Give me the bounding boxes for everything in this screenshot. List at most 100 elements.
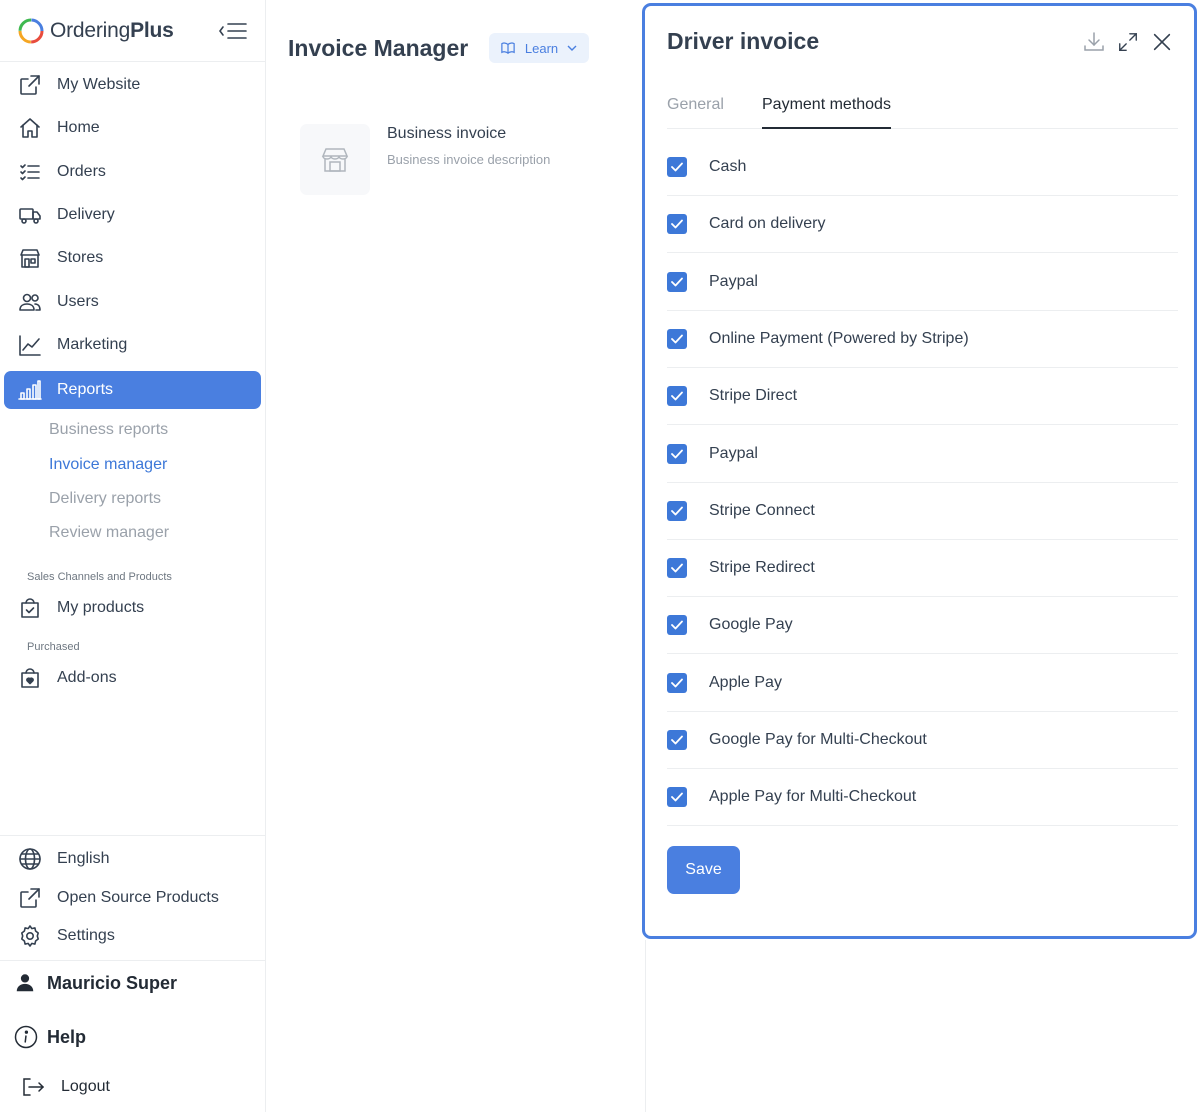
- truck-icon: [18, 203, 42, 227]
- payment-method-row[interactable]: Stripe Direct: [667, 368, 1178, 426]
- business-invoice-title[interactable]: Business invoice: [387, 125, 506, 143]
- tab-payment-methods[interactable]: Payment methods: [762, 96, 891, 129]
- check-icon: [671, 391, 683, 401]
- expand-button[interactable]: [1116, 30, 1140, 54]
- payment-method-checkbox[interactable]: [667, 500, 687, 521]
- business-invoice-description: Business invoice description: [387, 152, 551, 167]
- download-icon: [1084, 32, 1104, 51]
- panel-actions: [1082, 30, 1174, 54]
- sidebar-item-label: Users: [57, 293, 99, 310]
- payment-method-checkbox[interactable]: [667, 730, 687, 750]
- save-button[interactable]: Save: [667, 846, 740, 894]
- payment-method-checkbox[interactable]: [667, 328, 687, 349]
- check-icon: [671, 162, 683, 172]
- payment-method-checkbox[interactable]: [667, 787, 687, 808]
- payment-method-row[interactable]: Paypal: [667, 254, 1178, 311]
- payment-method-checkbox[interactable]: [667, 672, 687, 693]
- payment-method-label: Apple Pay for Multi-Checkout: [709, 788, 917, 806]
- sidebar-item-label: Orders: [57, 163, 106, 180]
- sidebar: OrderingPlus My Website Home Orders Deli…: [0, 0, 266, 1112]
- sidebar-item-my-products[interactable]: My products: [4, 589, 261, 627]
- check-icon: [671, 334, 683, 344]
- payment-method-checkbox[interactable]: [667, 443, 687, 464]
- expand-arrows-icon: [1119, 33, 1137, 51]
- gear-icon: [18, 924, 42, 948]
- payment-method-label: Paypal: [709, 272, 758, 290]
- sidebar-item-reports[interactable]: Reports: [4, 371, 261, 409]
- payment-method-label: Cash: [709, 158, 747, 175]
- payment-method-checkbox[interactable]: [667, 157, 687, 177]
- sidebar-item-label: English: [57, 850, 110, 867]
- sidebar-item-language[interactable]: English: [4, 840, 261, 878]
- payment-method-label: Google Pay for Multi-Checkout: [709, 731, 927, 748]
- person-icon: [16, 974, 34, 992]
- divider: [0, 835, 266, 836]
- sidebar-item-stores[interactable]: Stores: [4, 239, 261, 277]
- payment-method-row[interactable]: Stripe Connect: [667, 483, 1178, 540]
- payment-method-row[interactable]: Apple Pay: [667, 655, 1178, 712]
- payment-method-row[interactable]: Stripe Redirect: [667, 540, 1178, 598]
- sidebar-item-label: My Website: [57, 76, 141, 93]
- check-icon: [671, 620, 683, 630]
- logout-label: Logout: [61, 1078, 110, 1095]
- payment-method-checkbox[interactable]: [667, 271, 687, 292]
- business-invoice-card-icon[interactable]: [300, 124, 370, 195]
- payment-method-row[interactable]: Cash: [667, 139, 1178, 196]
- check-icon: [671, 219, 683, 229]
- section-label-purchased: Purchased: [27, 641, 80, 653]
- subitem-invoice-manager[interactable]: Invoice manager: [49, 456, 167, 474]
- sidebar-item-settings[interactable]: Settings: [4, 917, 261, 955]
- subitem-delivery-reports[interactable]: Delivery reports: [49, 490, 161, 508]
- sidebar-item-users[interactable]: Users: [4, 283, 261, 321]
- ordering-plus-logo[interactable]: [17, 17, 45, 45]
- list-icon: [18, 160, 42, 184]
- check-icon: [671, 563, 683, 573]
- main-content: Invoice Manager Learn Business invoice B…: [267, 0, 642, 1112]
- payment-method-checkbox[interactable]: [667, 615, 687, 636]
- sidebar-item-label: Settings: [57, 927, 115, 944]
- payment-method-row[interactable]: Card on delivery: [667, 196, 1178, 254]
- divider: [0, 960, 266, 961]
- tab-general[interactable]: General: [667, 96, 724, 129]
- learn-button[interactable]: Learn: [489, 33, 589, 63]
- user-name: Mauricio Super: [47, 972, 178, 993]
- section-label-sales-channels: Sales Channels and Products: [27, 571, 172, 583]
- sidebar-item-marketing[interactable]: Marketing: [4, 326, 261, 364]
- payment-method-label: Stripe Connect: [709, 501, 815, 519]
- payment-method-label: Stripe Redirect: [709, 559, 815, 577]
- help-link[interactable]: Help: [14, 1025, 86, 1049]
- payment-method-checkbox[interactable]: [667, 386, 687, 407]
- check-icon: [671, 277, 683, 286]
- panel-background: [645, 940, 1200, 1112]
- payment-method-row[interactable]: Apple Pay for Multi-Checkout: [667, 769, 1178, 827]
- subitem-business-reports[interactable]: Business reports: [49, 421, 168, 439]
- payment-method-label: Stripe Direct: [709, 387, 798, 405]
- check-icon: [671, 449, 683, 458]
- payment-method-row[interactable]: Google Pay: [667, 597, 1178, 655]
- close-button[interactable]: [1150, 30, 1174, 54]
- sidebar-item-orders[interactable]: Orders: [4, 153, 261, 191]
- user-profile[interactable]: Mauricio Super: [14, 972, 177, 994]
- page-title: Invoice Manager: [288, 35, 469, 61]
- external-link-icon: [18, 886, 42, 910]
- payment-method-row[interactable]: Google Pay for Multi-Checkout: [667, 712, 1178, 769]
- payment-method-row[interactable]: Online Payment (Powered by Stripe): [667, 311, 1178, 368]
- sidebar-item-label: Reports: [57, 381, 114, 398]
- collapse-sidebar-icon[interactable]: [218, 20, 248, 42]
- check-icon: [671, 792, 683, 802]
- download-button[interactable]: [1082, 30, 1106, 54]
- sidebar-item-my-website[interactable]: My Website: [4, 66, 261, 104]
- logout-link[interactable]: Logout: [20, 1076, 110, 1098]
- sidebar-item-open-source-products[interactable]: Open Source Products: [4, 879, 261, 917]
- panel-title: Driver invoice: [667, 28, 820, 54]
- payment-method-row[interactable]: Paypal: [667, 426, 1178, 483]
- sidebar-item-delivery[interactable]: Delivery: [4, 196, 261, 234]
- payment-method-label: Google Pay: [709, 616, 793, 634]
- sidebar-item-label: Delivery: [57, 206, 115, 223]
- driver-invoice-panel: Driver invoice General Payment methods C…: [642, 3, 1197, 939]
- sidebar-item-home[interactable]: Home: [4, 109, 261, 147]
- payment-method-checkbox[interactable]: [667, 214, 687, 235]
- sidebar-item-add-ons[interactable]: Add-ons: [4, 659, 261, 697]
- payment-method-checkbox[interactable]: [667, 558, 687, 579]
- subitem-review-manager[interactable]: Review manager: [49, 524, 169, 542]
